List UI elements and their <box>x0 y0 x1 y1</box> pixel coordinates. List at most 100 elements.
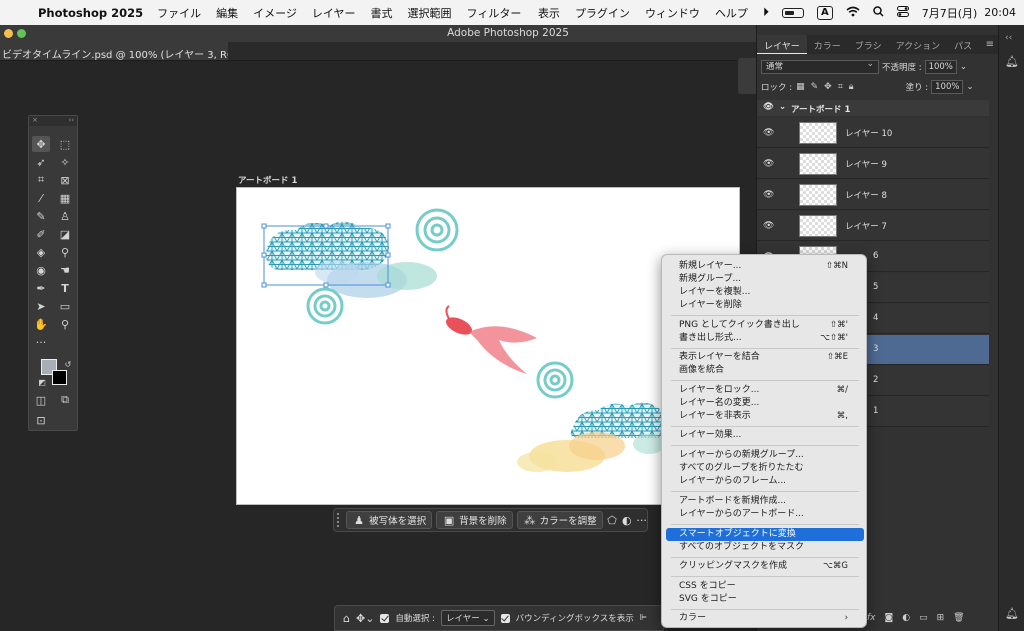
share-icon[interactable]: ⊡ <box>32 412 50 428</box>
pen-tool-icon[interactable]: ✒ <box>32 280 50 296</box>
tab-brush[interactable]: ブラシ <box>848 35 889 54</box>
menu-item-new-artboard[interactable]: アートボードを新規作成... <box>666 495 864 508</box>
fill-dropdown-icon[interactable]: ⌄ <box>966 82 973 92</box>
magic-wand-tool-icon[interactable]: ✧ <box>56 154 74 170</box>
layer-row[interactable]: 👁︎ レイヤー 10 <box>757 118 989 148</box>
smudge-tool-icon[interactable]: ☚ <box>56 262 74 278</box>
spot-heal-tool-icon[interactable]: ▦ <box>56 190 74 206</box>
menu-item-create-clipping-mask[interactable]: クリッピングマスクを作成 ⌥⌘G <box>666 560 864 573</box>
input-source-icon[interactable]: A <box>816 5 833 20</box>
clock-date[interactable]: 7月7日(月) <box>922 5 978 21</box>
menu-item-flatten-image[interactable]: 画像を統合 <box>666 364 864 377</box>
menu-window[interactable]: ウィンドウ <box>645 5 700 21</box>
path-select-icon[interactable]: ➤ <box>32 298 50 314</box>
remove-background-button[interactable]: ▣ 背景を削除 <box>436 511 513 529</box>
menu-item-group-from-layers[interactable]: レイヤーからの新規グループ... <box>666 449 864 462</box>
menu-type[interactable]: 書式 <box>371 5 393 21</box>
lock-position-icon[interactable]: ✥ <box>824 82 832 92</box>
eye-icon[interactable]: 👁︎ <box>763 190 774 200</box>
auto-select-checkbox[interactable] <box>380 613 390 623</box>
menu-item-copy-css[interactable]: CSS をコピー <box>666 580 864 593</box>
background-color-swatch[interactable] <box>52 370 67 385</box>
artboard-group-row[interactable]: 👁︎ ⌄ アートボード 1 <box>757 100 989 116</box>
bounding-box-checkbox[interactable] <box>500 613 510 623</box>
quick-mask-icon[interactable]: ◫ <box>32 392 50 408</box>
lasso-tool-icon[interactable]: ➶ <box>32 154 50 170</box>
fill-input[interactable]: 100% <box>931 80 964 94</box>
menu-item-lock-layers[interactable]: レイヤーをロック... ⌘/ <box>666 384 864 397</box>
layer-row[interactable]: 👁︎ レイヤー 9 <box>757 149 989 179</box>
hand-tool-icon[interactable]: ✋ <box>32 316 50 332</box>
eye-icon[interactable]: 👁︎ <box>763 221 774 231</box>
eye-icon[interactable]: 👁︎ <box>763 102 774 112</box>
menu-item-new-group[interactable]: 新規グループ... <box>666 273 864 286</box>
tab-paths[interactable]: パス <box>947 35 979 54</box>
zoom-tool-icon[interactable]: ⚲ <box>56 316 74 332</box>
menu-item-hide-layers[interactable]: レイヤーを非表示 ⌘, <box>666 410 864 423</box>
menu-item-export-as[interactable]: 書き出し形式... ⌥⇧⌘' <box>666 332 864 345</box>
menu-file[interactable]: ファイル <box>157 5 201 21</box>
paint-bucket-icon[interactable]: ◈ <box>32 244 50 260</box>
tools-panel-header[interactable]: × ‹‹ <box>29 116 77 126</box>
lock-all-icon[interactable]: 🔒︎ <box>849 82 854 92</box>
auto-select-target-dropdown[interactable]: レイヤー ⌄ <box>441 610 495 626</box>
menu-help[interactable]: ヘルプ <box>715 5 748 21</box>
menu-item-frame-from-layers[interactable]: レイヤーからのフレーム... <box>666 475 864 488</box>
more-options-icon[interactable]: ··· <box>636 514 647 527</box>
eye-icon[interactable]: 👁︎ <box>763 159 774 169</box>
notifications-icon[interactable]: 🔔︎ <box>1005 55 1019 68</box>
opacity-input[interactable]: 100% <box>924 60 957 74</box>
history-brush-icon[interactable]: ✐ <box>32 226 50 242</box>
clock-time[interactable]: 20:04 <box>984 6 1016 19</box>
menu-item-layer-effects[interactable]: レイヤー効果... <box>666 429 864 442</box>
type-tool-icon[interactable]: T <box>56 280 74 296</box>
panel-menu-icon[interactable]: ≡ <box>986 39 994 50</box>
eyedropper-tool-icon[interactable]: ⁄ <box>32 190 50 206</box>
layer-row[interactable]: 👁︎ レイヤー 8 <box>757 180 989 210</box>
select-subject-button[interactable]: ♟ 被写体を選択 <box>346 511 433 529</box>
menu-image[interactable]: イメージ <box>253 5 297 21</box>
layer-row[interactable]: 👁︎ レイヤー 7 <box>757 211 989 241</box>
adjust-color-button[interactable]: ⁂ カラーを調整 <box>516 511 603 529</box>
menu-item-copy-svg[interactable]: SVG をコピー <box>666 593 864 606</box>
menu-view[interactable]: 表示 <box>538 5 560 21</box>
trash-icon[interactable]: 🗑︎ <box>953 613 964 623</box>
eraser-tool-icon[interactable]: ◪ <box>56 226 74 242</box>
task-bar-grip[interactable] <box>337 513 342 527</box>
new-group-icon[interactable]: ▭ <box>919 613 928 623</box>
add-mask-icon[interactable]: ◙ <box>885 613 894 623</box>
menu-item-new-layer[interactable]: 新規レイヤー... ⇧⌘N <box>666 260 864 273</box>
menu-item-quick-export-png[interactable]: PNG としてクイック書き出し ⇧⌘' <box>666 319 864 332</box>
tab-actions[interactable]: アクション <box>889 35 948 54</box>
blend-mode-select[interactable]: 通常 <box>761 58 879 74</box>
dodge-tool-icon[interactable]: ⚲ <box>56 244 74 260</box>
move-options-icon[interactable]: ✥⌄ <box>356 612 374 625</box>
menu-item-collapse-all-groups[interactable]: すべてのグループを折りたたむ <box>666 462 864 475</box>
chevron-down-icon[interactable]: ⌄ <box>779 102 786 112</box>
lock-transparent-icon[interactable]: ▦ <box>796 82 805 92</box>
lock-artboard-icon[interactable]: ⌗ <box>838 82 843 92</box>
collapsed-panel-tab[interactable] <box>738 58 756 94</box>
adjustment-layer-icon[interactable]: ◐ <box>902 613 910 623</box>
menu-item-merge-visible[interactable]: 表示レイヤーを結合 ⇧⌘E <box>666 351 864 364</box>
move-tool-icon[interactable]: ✥ <box>32 136 50 152</box>
menu-edit[interactable]: 編集 <box>216 5 238 21</box>
eye-icon[interactable]: 👁︎ <box>763 128 774 138</box>
stamp-tool-icon[interactable]: ♙ <box>56 208 74 224</box>
menu-item-delete-layer[interactable]: レイヤーを削除 <box>666 299 864 312</box>
lock-pixels-icon[interactable]: ✎ <box>811 82 819 92</box>
tab-layers[interactable]: レイヤー <box>757 35 807 54</box>
swap-colors-icon[interactable]: ↺ <box>59 356 77 372</box>
menu-item-mask-all-objects[interactable]: すべてのオブジェクトをマスク <box>666 541 864 554</box>
new-layer-icon[interactable]: ⊞ <box>937 613 945 623</box>
blur-tool-icon[interactable]: ◉ <box>32 262 50 278</box>
play-icon[interactable]: ⏵ <box>763 5 769 20</box>
marquee-tool-icon[interactable]: ⬚ <box>56 136 74 152</box>
menu-item-convert-smart-object[interactable]: スマートオブジェクトに変換 <box>666 528 864 541</box>
app-name-menu[interactable]: Photoshop 2025 <box>38 6 143 20</box>
menu-select[interactable]: 選択範囲 <box>408 5 452 21</box>
rectangle-tool-icon[interactable]: ▭ <box>56 298 74 314</box>
more-tools-icon[interactable]: ··· <box>32 334 50 350</box>
menu-plugins[interactable]: プラグイン <box>575 5 630 21</box>
battery-icon[interactable] <box>781 7 804 18</box>
